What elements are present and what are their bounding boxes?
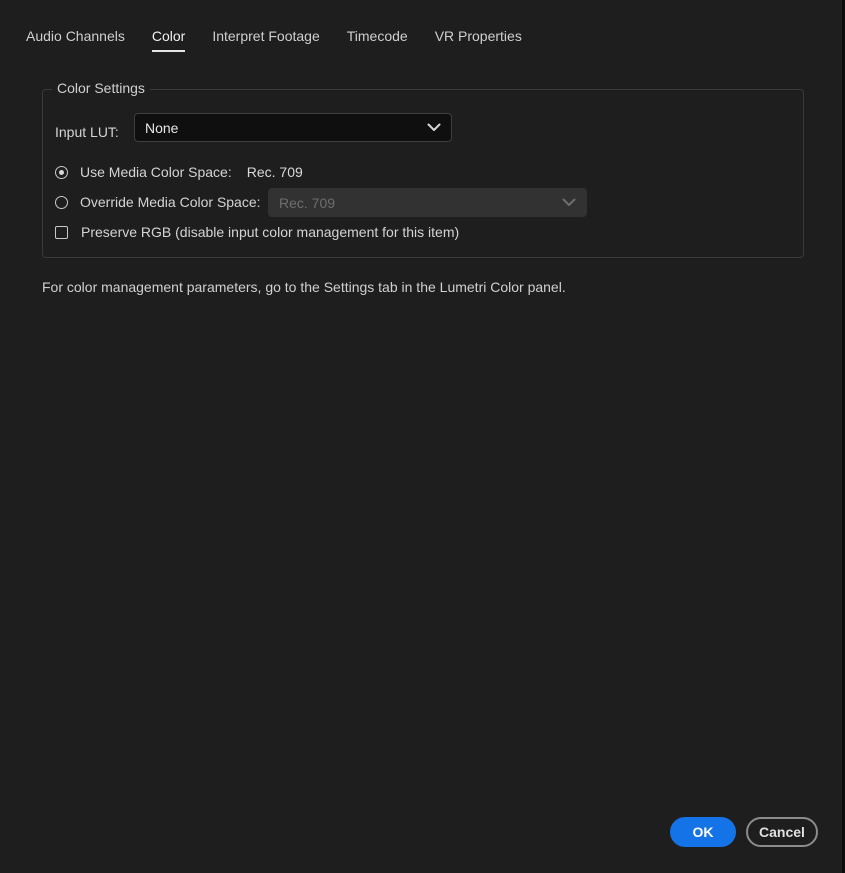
tab-audio-channels[interactable]: Audio Channels xyxy=(26,26,125,52)
use-media-color-space-radio[interactable] xyxy=(55,165,68,179)
tab-interpret-footage[interactable]: Interpret Footage xyxy=(212,26,319,52)
preserve-rgb-row: Preserve RGB (disable input color manage… xyxy=(55,224,459,240)
tab-color[interactable]: Color xyxy=(151,26,186,52)
preserve-rgb-checkbox[interactable] xyxy=(55,225,68,239)
ok-button[interactable]: OK xyxy=(670,817,736,847)
tab-timecode[interactable]: Timecode xyxy=(347,26,408,52)
input-lut-row: Input LUT: xyxy=(55,118,119,146)
override-color-space-value: Rec. 709 xyxy=(279,194,336,211)
chevron-down-icon xyxy=(562,198,576,207)
preserve-rgb-label[interactable]: Preserve RGB (disable input color manage… xyxy=(81,224,459,240)
override-color-space-dropdown: Rec. 709 xyxy=(268,188,587,217)
color-management-info-text: For color management parameters, go to t… xyxy=(42,279,566,295)
input-lut-label: Input LUT: xyxy=(55,124,119,140)
color-settings-group: Color Settings Input LUT: None Use Media… xyxy=(42,80,804,258)
tab-vr-properties[interactable]: VR Properties xyxy=(435,26,522,52)
input-lut-value: None xyxy=(145,119,179,136)
use-media-color-space-label[interactable]: Use Media Color Space: xyxy=(80,164,232,180)
chevron-down-icon xyxy=(427,123,441,132)
color-settings-legend: Color Settings xyxy=(52,80,150,96)
override-media-color-space-label[interactable]: Override Media Color Space: xyxy=(80,194,261,210)
input-lut-dropdown[interactable]: None xyxy=(134,113,452,142)
media-color-space-value: Rec. 709 xyxy=(246,164,303,180)
override-media-color-space-radio[interactable] xyxy=(55,195,68,209)
cancel-button[interactable]: Cancel xyxy=(746,817,818,847)
modify-clip-dialog: Audio Channels Color Interpret Footage T… xyxy=(0,0,842,873)
use-media-color-space-row: Use Media Color Space: Rec. 709 xyxy=(55,164,303,180)
override-media-color-space-row: Override Media Color Space: xyxy=(55,194,261,210)
tab-bar: Audio Channels Color Interpret Footage T… xyxy=(26,26,549,52)
